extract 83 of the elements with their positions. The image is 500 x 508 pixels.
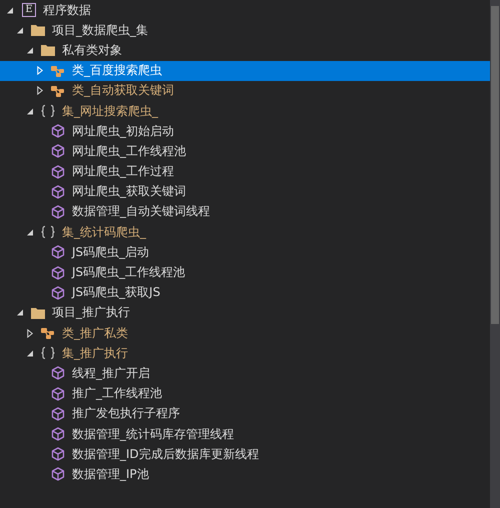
expanded-arrow-icon[interactable] [26,348,34,358]
tree-item[interactable]: 集_统计码爬虫_ [0,222,490,242]
tree-item[interactable]: JS码爬虫_工作线程池 [0,262,490,283]
tree-item[interactable]: 推广_工作线程池 [0,384,490,404]
tree-item[interactable]: 线程_推广开启 [0,363,490,384]
item-label: 类_推广私类 [62,324,128,342]
cube-icon [50,406,66,421]
item-label: 网址爬虫_获取关键词 [72,183,186,200]
cube-icon [50,245,66,260]
cube-icon [50,164,66,179]
tree-item[interactable]: 网址爬虫_获取关键词 [0,182,490,202]
item-label: JS码爬虫_获取JS [72,284,160,302]
item-label: 项目_推广执行 [52,304,130,322]
item-label: 程序数据 [43,2,91,19]
scrollbar-thumb[interactable] [491,6,499,324]
item-label: 类_自动获取关键词 [72,82,174,100]
scrollbar[interactable] [490,0,500,508]
class-icon [50,64,66,78]
item-label: 集_统计码爬虫_ [62,224,146,241]
tree-item[interactable]: 网址爬虫_初始启动 [0,121,490,142]
item-label: JS码爬虫_工作线程池 [72,264,186,282]
collapsed-arrow-icon[interactable] [26,328,34,338]
tree-item[interactable]: 类_自动获取关键词 [0,80,490,101]
tree-item[interactable]: E 程序数据 [0,0,490,20]
class-icon [50,84,66,98]
tree-item[interactable]: 类_百度搜索爬虫 [0,60,490,81]
cube-icon [50,124,66,138]
tree-item[interactable]: 类_推广私类 [0,323,490,344]
item-label: 私有类对象 [62,42,122,59]
tree-item[interactable]: 项目_数据爬虫_集 [0,20,490,40]
cube-icon [50,427,66,442]
expanded-arrow-icon[interactable] [26,106,34,116]
item-label: 集_网址搜索爬虫_ [62,102,158,120]
cube-icon [50,266,66,280]
tree-item[interactable]: 网址爬虫_工作线程池 [0,141,490,162]
expanded-arrow-icon[interactable] [16,26,24,35]
braces-icon [40,346,56,360]
tree-item[interactable]: 集_网址搜索爬虫_ [0,100,490,122]
folder-icon [40,43,56,58]
item-label: 网址爬虫_工作过程 [72,163,174,180]
braces-icon [40,225,56,240]
cube-icon [50,447,66,462]
item-label: 数据管理_ID完成后数据库更新线程 [72,446,259,463]
braces-icon [40,104,56,118]
item-label: 数据管理_自动关键词线程 [72,203,210,220]
cube-icon [50,144,66,158]
cube-icon [50,467,66,482]
tree-item[interactable]: 网址爬虫_工作过程 [0,162,490,182]
expanded-arrow-icon[interactable] [26,228,34,237]
item-label: 推广_工作线程池 [72,385,162,402]
e-badge-icon: E [22,3,36,18]
expanded-arrow-icon[interactable] [26,46,34,55]
tree-item[interactable]: 数据管理_自动关键词线程 [0,202,490,222]
collapsed-arrow-icon[interactable] [36,86,44,96]
tree-item[interactable]: JS码爬虫_启动 [0,242,490,262]
class-icon [40,326,56,340]
folder-icon [30,306,46,320]
item-label: 数据管理_统计码库存管理线程 [72,426,234,443]
tree-item[interactable]: 推广发包执行子程序 [0,404,490,424]
item-label: JS码爬虫_启动 [72,244,150,261]
expanded-arrow-icon[interactable] [16,308,24,318]
cube-icon [50,286,66,300]
item-label: 推广发包执行子程序 [72,405,180,422]
item-label: 数据管理_IP池 [72,466,149,483]
item-label: 线程_推广开启 [72,364,150,382]
cube-icon [50,184,66,199]
expanded-arrow-icon[interactable] [6,6,14,15]
item-label: 网址爬虫_工作线程池 [72,142,186,160]
cube-icon [50,386,66,401]
item-label: 网址爬虫_初始启动 [72,122,174,140]
tree-item[interactable]: 数据管理_ID完成后数据库更新线程 [0,444,490,464]
tree-item[interactable]: JS码爬虫_获取JS [0,282,490,303]
item-label: 类_百度搜索爬虫 [72,62,162,80]
tree-item[interactable]: 数据管理_IP池 [0,464,490,484]
cube-icon [50,366,66,380]
tree-item[interactable]: 集_推广执行 [0,343,490,364]
tree-item[interactable]: 数据管理_统计码库存管理线程 [0,424,490,444]
tree-item[interactable]: 项目_推广执行 [0,302,490,323]
folder-icon [30,23,46,38]
cube-icon [50,204,66,219]
item-label: 项目_数据爬虫_集 [52,22,148,39]
tree-item[interactable]: 私有类对象 [0,40,490,61]
item-label: 集_推广执行 [62,344,128,362]
